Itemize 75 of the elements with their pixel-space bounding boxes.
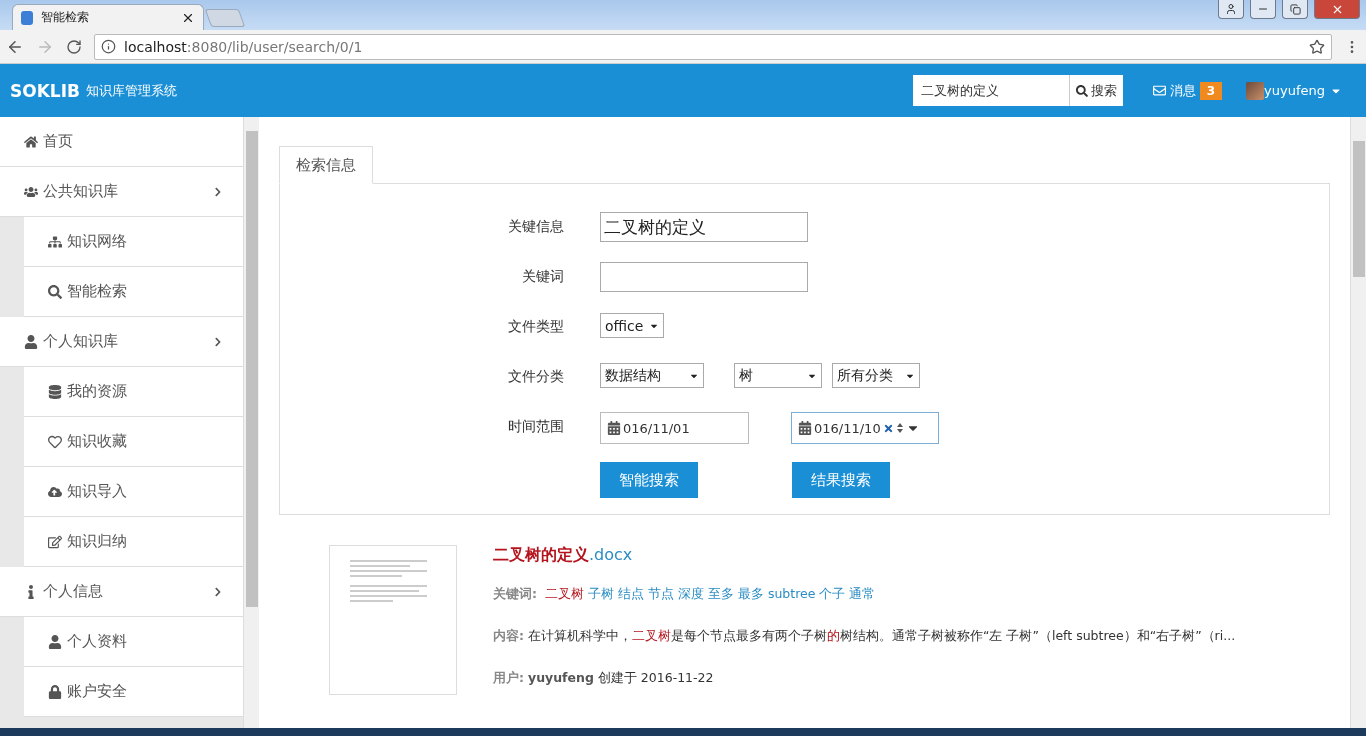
category-select[interactable]: 树 bbox=[734, 363, 822, 388]
star-icon[interactable] bbox=[1309, 38, 1325, 55]
user-icon bbox=[24, 334, 38, 349]
message-count: 3 bbox=[1199, 81, 1223, 100]
sidebar-subitem[interactable]: 个人资料 bbox=[24, 617, 243, 667]
address-bar[interactable]: localhost:8080/lib/user/search/0/1 bbox=[94, 33, 1332, 60]
close-button[interactable] bbox=[1314, 0, 1360, 19]
field-label: 文件分类 bbox=[507, 367, 565, 386]
result-keywords: 关键词: 二叉树 子树 结点 节点 深度 至多 最多 subtree 个子 通常 bbox=[493, 586, 877, 603]
user-icon bbox=[48, 634, 62, 649]
file-type-select[interactable]: office bbox=[600, 313, 664, 338]
key-info-field[interactable]: 二叉树的定义 bbox=[600, 212, 808, 242]
sidebar-subitem[interactable]: 知识收藏 bbox=[24, 417, 243, 467]
keyword-field[interactable] bbox=[600, 262, 808, 292]
sidebar-subitem[interactable]: 知识导入 bbox=[24, 467, 243, 517]
search-button[interactable]: 搜索 bbox=[1069, 75, 1123, 106]
date-to-field[interactable]: 016/11/10 bbox=[791, 412, 939, 444]
browser-tab[interactable]: 智能检索 bbox=[12, 4, 204, 30]
search-icon bbox=[1075, 84, 1088, 97]
edit-icon bbox=[48, 534, 62, 549]
users-icon bbox=[24, 184, 38, 199]
search-icon bbox=[48, 284, 62, 299]
tab[interactable]: 检索信息 bbox=[279, 146, 373, 184]
info-icon bbox=[101, 39, 116, 54]
field-label: 关键信息 bbox=[507, 217, 565, 236]
sidebar-item[interactable]: 首页 bbox=[0, 117, 243, 167]
category-select[interactable]: 数据结构 bbox=[600, 363, 704, 388]
restore-icon bbox=[1289, 3, 1301, 15]
spinner-icon[interactable] bbox=[895, 421, 904, 435]
minimize-button[interactable] bbox=[1250, 0, 1276, 19]
envelope-icon bbox=[1152, 84, 1166, 97]
sidebar-item[interactable]: 公共知识库 bbox=[0, 167, 243, 217]
field-label: 文件类型 bbox=[507, 317, 565, 336]
sidebar-item[interactable]: 个人知识库 bbox=[0, 317, 243, 367]
search-button[interactable]: 智能搜索 bbox=[600, 462, 698, 498]
sidebar-subitem[interactable]: 智能检索 bbox=[24, 267, 243, 317]
chevron-right-icon bbox=[213, 186, 223, 197]
heart-icon bbox=[48, 434, 62, 449]
chevron-right-icon bbox=[213, 336, 223, 347]
sidebar-subitem[interactable]: 知识归纳 bbox=[24, 517, 243, 567]
search-button[interactable]: 结果搜索 bbox=[792, 462, 890, 498]
page-icon bbox=[21, 10, 33, 25]
sidebar-subitem[interactable]: 我的资源 bbox=[24, 367, 243, 417]
scrollbar[interactable] bbox=[1350, 117, 1366, 728]
search-field[interactable]: 二叉树的定义 bbox=[912, 75, 1070, 106]
field-label: 时间范围 bbox=[507, 417, 565, 436]
avatar bbox=[1246, 81, 1265, 100]
sidebar-item[interactable]: 个人信息 bbox=[0, 567, 243, 617]
brand-name: SOKLIB bbox=[10, 80, 80, 101]
result-content: 内容: 在计算机科学中，二叉树是每个节点最多有两个子树的树结构。通常子树被称作“左 子树”（left subtree）和“右子树”（ri... bbox=[493, 628, 1236, 645]
sidebar-subitem[interactable]: 账户安全 bbox=[24, 667, 243, 717]
profile-button[interactable] bbox=[1218, 0, 1244, 19]
user-menu[interactable]: yuyufeng bbox=[1264, 83, 1342, 98]
database-icon bbox=[48, 384, 62, 399]
scrollbar[interactable] bbox=[243, 117, 259, 728]
field-label: 关键词 bbox=[521, 267, 565, 286]
clear-icon[interactable] bbox=[882, 422, 894, 434]
calendar-icon bbox=[798, 421, 812, 435]
messages-link[interactable]: 消息 bbox=[1152, 81, 1196, 100]
restore-button[interactable] bbox=[1282, 0, 1308, 19]
date-from-field[interactable]: 016/11/01 bbox=[600, 412, 749, 444]
category-select[interactable]: 所有分类 bbox=[832, 363, 920, 388]
sitemap-icon bbox=[48, 234, 62, 249]
brand-subtitle: 知识库管理系统 bbox=[86, 81, 178, 100]
result-meta: 用户: yuyufeng 创建于 2016-11-22 bbox=[493, 670, 715, 687]
chevron-right-icon bbox=[213, 586, 223, 597]
house-icon bbox=[24, 134, 38, 149]
person-icon bbox=[1225, 3, 1237, 15]
reload-icon[interactable] bbox=[66, 38, 82, 55]
cloud-upload-icon bbox=[48, 484, 62, 499]
lock-icon bbox=[48, 684, 62, 699]
calendar-icon bbox=[607, 421, 621, 435]
result-title-link[interactable]: 二叉树的定义.docx bbox=[493, 545, 1236, 566]
sidebar-subitem[interactable]: 知识网络 bbox=[24, 217, 243, 267]
document-thumbnail[interactable] bbox=[329, 545, 457, 695]
